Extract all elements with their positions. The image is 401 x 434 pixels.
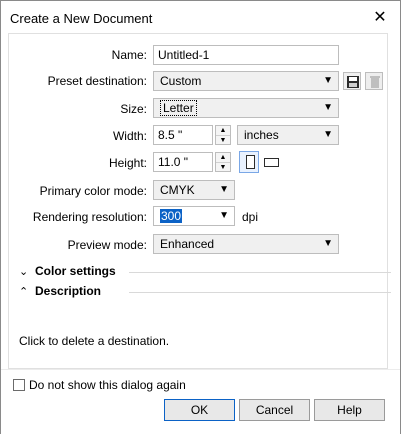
preview-mode-value: Enhanced: [160, 237, 215, 251]
size-select[interactable]: Letter ▼: [153, 98, 339, 118]
divider: [129, 292, 391, 293]
height-label: Height:: [108, 156, 147, 170]
dialog-title: Create a New Document: [10, 11, 153, 26]
chevron-down-icon: ▼: [323, 102, 333, 113]
create-new-document-dialog: Create a New Document ✕ Name: Untitled-1…: [0, 0, 401, 434]
name-input-value: Untitled-1: [158, 48, 210, 62]
width-input[interactable]: 8.5 ": [153, 125, 213, 145]
dont-show-checkbox[interactable]: [13, 379, 25, 391]
close-icon[interactable]: ✕: [370, 8, 390, 28]
primary-color-mode-select[interactable]: CMYK ▼: [153, 180, 235, 200]
name-label: Name:: [111, 48, 147, 62]
name-input[interactable]: Untitled-1: [153, 45, 339, 65]
dialog-content: Name: Untitled-1 Preset destination: Cus…: [8, 33, 391, 369]
height-up-icon[interactable]: ▲: [216, 153, 230, 162]
size-value: Letter: [160, 100, 197, 116]
landscape-icon[interactable]: [263, 155, 279, 167]
units-value: inches: [244, 128, 279, 142]
preview-mode-select[interactable]: Enhanced ▼: [153, 234, 339, 254]
description-text: Click to delete a destination.: [19, 334, 170, 348]
description-header: Description: [35, 284, 102, 298]
dont-show-label: Do not show this dialog again: [29, 378, 186, 392]
color-settings-header: Color settings: [35, 264, 116, 278]
dpi-label: dpi: [242, 210, 259, 224]
help-button[interactable]: Help: [314, 399, 385, 421]
rendering-resolution-value: 300: [160, 209, 183, 223]
chevron-up-icon: ⌃: [19, 286, 29, 298]
height-down-icon[interactable]: ▼: [216, 162, 230, 172]
cancel-button[interactable]: Cancel: [239, 399, 310, 421]
width-up-icon[interactable]: ▲: [216, 126, 230, 135]
preview-mode-label: Preview mode:: [67, 238, 147, 252]
divider: [129, 272, 391, 273]
primary-color-mode-value: CMYK: [160, 183, 195, 197]
chevron-down-icon: ▼: [323, 238, 333, 249]
units-select[interactable]: inches ▼: [237, 125, 339, 145]
size-label: Size:: [120, 102, 147, 116]
width-value: 8.5 ": [158, 128, 183, 142]
height-input[interactable]: 11.0 ": [153, 152, 213, 172]
rendering-resolution-label: Rendering resolution:: [32, 210, 147, 224]
color-settings-section[interactable]: ⌄ Color settings: [19, 264, 391, 280]
preset-destination-label: Preset destination:: [47, 74, 147, 88]
chevron-down-icon: ▼: [323, 129, 333, 140]
portrait-icon[interactable]: [239, 151, 259, 173]
height-value: 11.0 ": [158, 155, 189, 169]
width-down-icon[interactable]: ▼: [216, 135, 230, 145]
height-stepper[interactable]: ▲ ▼: [215, 152, 231, 172]
chevron-down-icon: ▼: [323, 75, 333, 86]
chevron-down-icon: ▼: [219, 210, 229, 221]
width-label: Width:: [112, 129, 147, 143]
primary-color-mode-label: Primary color mode:: [39, 184, 147, 198]
save-icon[interactable]: [343, 72, 361, 90]
preset-destination-value: Custom: [160, 74, 202, 88]
rendering-resolution-select[interactable]: 300 ▼: [153, 206, 235, 226]
description-section[interactable]: ⌃ Description: [19, 284, 391, 300]
chevron-down-icon: ▼: [219, 184, 229, 195]
title-bar: Create a New Document ✕: [1, 1, 400, 33]
chevron-down-icon: ⌄: [19, 266, 29, 278]
trash-icon[interactable]: [365, 72, 383, 90]
preset-destination-select[interactable]: Custom ▼: [153, 71, 339, 91]
width-stepper[interactable]: ▲ ▼: [215, 125, 231, 145]
ok-button[interactable]: OK: [164, 399, 235, 421]
